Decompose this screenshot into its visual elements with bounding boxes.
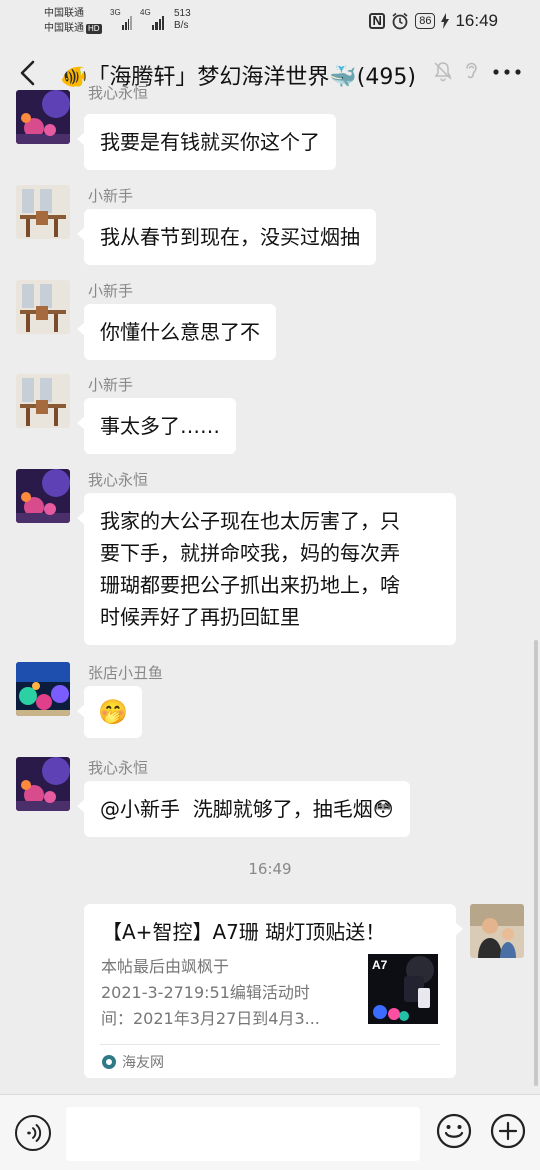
message-item: 张店小丑鱼 🤭 xyxy=(16,662,476,742)
dining-room-avatar[interactable] xyxy=(16,280,70,334)
chat-scrollbar[interactable] xyxy=(534,640,538,1086)
message-item: 我心永恒 @小新手 洗脚就够了，抽毛烟😳 xyxy=(16,757,476,837)
sender-name: 我心永恒 xyxy=(88,84,149,102)
input-bar xyxy=(0,1094,540,1170)
message-item: 我心永恒 我家的大公子现在也太厉害了，只 要下手，就拼命咬我，妈的每次弄 珊瑚都… xyxy=(16,469,476,649)
ear-icon xyxy=(466,62,477,79)
message-bubble[interactable]: 事太多了…… xyxy=(77,398,236,454)
message-bubble[interactable]: 我家的大公子现在也太厉害了，只 要下手，就拼命咬我，妈的每次弄 珊瑚都要把公子抓… xyxy=(77,493,456,645)
message-item: 小新手 我从春节到现在，没买过烟抽 xyxy=(16,185,476,265)
sender-name: 小新手 xyxy=(88,282,134,300)
message-line: 时候弄好了再扔回缸里 xyxy=(100,605,300,629)
nfc-icon: N xyxy=(369,13,386,29)
message-item: 我心永恒 我要是有钱就买你这个了 xyxy=(16,84,476,180)
link-card-description: 本帖最后由飒枫于 2021-3-2719:51编辑活动时 间：2021年3月27… xyxy=(101,957,320,1028)
back-button[interactable] xyxy=(14,56,44,90)
voice-icon[interactable] xyxy=(15,1115,51,1151)
dining-room-avatar[interactable] xyxy=(16,185,70,239)
sender-name: 张店小丑鱼 xyxy=(88,664,164,682)
link-card-title: 【A+智控】A7珊 瑚灯顶贴送！ xyxy=(102,920,386,944)
message-bubble[interactable]: @小新手 洗脚就够了，抽毛烟😳 xyxy=(77,781,410,837)
status-time: 16:49 xyxy=(455,11,498,30)
sender-name: 我心永恒 xyxy=(88,759,149,777)
carrier-2: 中国联通 HD xyxy=(44,23,102,34)
charging-icon xyxy=(441,13,450,29)
network-speed: 513 B/s xyxy=(174,8,191,31)
my-avatar[interactable] xyxy=(470,904,524,958)
alarm-icon xyxy=(392,12,408,30)
sender-name: 小新手 xyxy=(88,376,134,394)
status-bar: 中国联通 中国联通 HD 3G 4G 513 B/s N 86 16:49 xyxy=(0,0,540,40)
message-input[interactable] xyxy=(66,1107,420,1161)
coral-reef-avatar[interactable] xyxy=(16,757,70,811)
sender-name: 我心永恒 xyxy=(88,471,149,489)
message-item: 小新手 你懂什么意思了不 xyxy=(16,280,476,360)
message-line: 珊瑚都要把公子抓出来扔地上，啥 xyxy=(100,573,400,597)
message-line: 我家的大公子现在也太厉害了，只 xyxy=(100,509,400,533)
coral-reef-avatar[interactable] xyxy=(16,90,70,144)
signal-2-icon: 4G xyxy=(140,8,164,30)
emoji-icon[interactable] xyxy=(436,1113,472,1149)
more-icon[interactable] xyxy=(490,60,524,84)
message-bubble[interactable]: 🤭 xyxy=(77,686,142,738)
message-bubble[interactable]: 你懂什么意思了不 xyxy=(77,304,276,360)
battery-indicator: 86 xyxy=(415,13,436,29)
dining-room-avatar[interactable] xyxy=(16,374,70,428)
link-card-source: 海友网 xyxy=(102,1052,164,1072)
carrier-1: 中国联通 xyxy=(44,8,84,19)
link-card-thumbnail: A7 xyxy=(368,954,438,1024)
signal-1-icon: 3G xyxy=(110,8,132,30)
source-logo-icon xyxy=(102,1055,116,1069)
mute-bell-icon xyxy=(434,62,452,82)
plus-icon[interactable] xyxy=(490,1113,526,1149)
coral-reef-avatar[interactable] xyxy=(16,469,70,523)
message-bubble[interactable]: 我从春节到现在，没买过烟抽 xyxy=(77,209,376,265)
message-bubble[interactable]: 我要是有钱就买你这个了 xyxy=(77,114,336,170)
message-item: 小新手 事太多了…… xyxy=(16,374,476,454)
chat-timestamp: 16:49 xyxy=(248,860,292,878)
sender-name: 小新手 xyxy=(88,187,134,205)
reef-tank-avatar[interactable] xyxy=(16,662,70,716)
message-line: 要下手，就拼命咬我，妈的每次弄 xyxy=(100,541,400,565)
link-card[interactable]: 【A+智控】A7珊 瑚灯顶贴送！ 本帖最后由飒枫于 2021-3-2719:51… xyxy=(84,904,463,1078)
